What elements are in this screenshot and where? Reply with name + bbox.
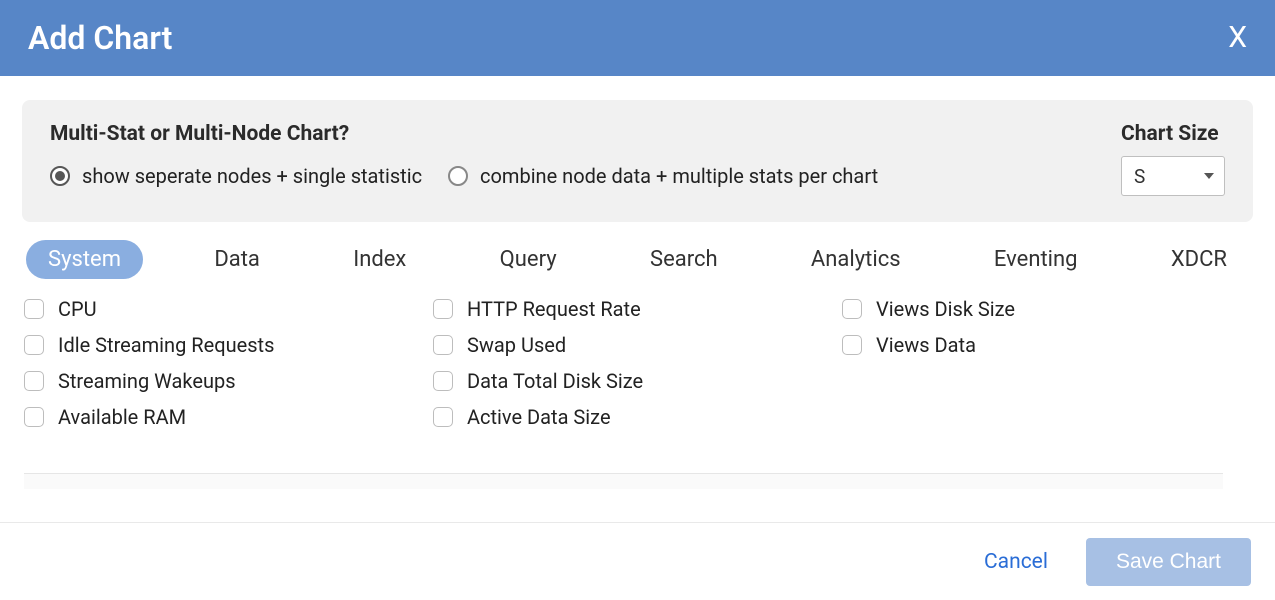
chart-type-left: Multi-Stat or Multi-Node Chart? show sep… [50,122,1121,188]
chart-type-heading: Multi-Stat or Multi-Node Chart? [50,122,1121,146]
save-chart-button[interactable]: Save Chart [1086,538,1251,586]
tab-system[interactable]: System [26,240,143,279]
dialog-content: Multi-Stat or Multi-Node Chart? show sep… [0,76,1275,489]
category-tabs: System Data Index Query Search Analytics… [22,240,1253,279]
stat-label: Swap Used [467,333,566,357]
radio-separate-nodes[interactable]: show seperate nodes + single statistic [50,164,422,188]
dialog-footer: Cancel Save Chart [0,522,1275,600]
close-icon[interactable]: X [1228,23,1247,53]
tab-search[interactable]: Search [628,240,740,279]
tab-xdcr[interactable]: XDCR [1149,240,1249,279]
tab-query[interactable]: Query [478,240,579,279]
chart-size-label: Chart Size [1121,122,1219,146]
stat-swap-used[interactable]: Swap Used [433,333,842,357]
radio-icon [448,166,468,186]
chart-size-group: Chart Size S [1121,122,1225,196]
dialog-title: Add Chart [28,19,172,57]
chart-size-select[interactable]: S [1121,156,1225,196]
stats-col-1: CPU Idle Streaming Requests Streaming Wa… [24,297,433,429]
tab-index[interactable]: Index [331,240,428,279]
chart-size-value: S [1134,165,1145,188]
stat-streaming-wakeups[interactable]: Streaming Wakeups [24,369,433,393]
stat-label: Available RAM [58,405,186,429]
stat-available-ram[interactable]: Available RAM [24,405,433,429]
stat-cpu[interactable]: CPU [24,297,433,321]
stat-idle-streaming-requests[interactable]: Idle Streaming Requests [24,333,433,357]
tab-analytics[interactable]: Analytics [789,240,923,279]
stat-label: CPU [58,297,97,321]
radio-icon [50,166,70,186]
stat-label: HTTP Request Rate [467,297,641,321]
cancel-button[interactable]: Cancel [984,550,1048,574]
divider [24,473,1223,489]
stat-active-data-size[interactable]: Active Data Size [433,405,842,429]
checkbox-icon [433,299,453,319]
stat-label: Idle Streaming Requests [58,333,274,357]
stat-label: Active Data Size [467,405,611,429]
checkbox-icon [24,407,44,427]
checkbox-icon [24,299,44,319]
radio-combine-nodes[interactable]: combine node data + multiple stats per c… [448,164,878,188]
radio-label: combine node data + multiple stats per c… [480,164,878,188]
radio-label: show seperate nodes + single statistic [82,164,422,188]
stat-views-data[interactable]: Views Data [842,333,1251,357]
chart-type-radio-group: show seperate nodes + single statistic c… [50,164,1121,188]
stats-col-2: HTTP Request Rate Swap Used Data Total D… [433,297,842,429]
checkbox-icon [842,335,862,355]
stats-list: CPU Idle Streaming Requests Streaming Wa… [22,279,1253,429]
stat-label: Streaming Wakeups [58,369,236,393]
checkbox-icon [24,371,44,391]
checkbox-icon [433,335,453,355]
stat-label: Data Total Disk Size [467,369,643,393]
stat-data-total-disk-size[interactable]: Data Total Disk Size [433,369,842,393]
tab-data[interactable]: Data [192,240,282,279]
stat-label: Views Disk Size [876,297,1015,321]
checkbox-icon [24,335,44,355]
tab-eventing[interactable]: Eventing [972,240,1100,279]
checkbox-icon [433,407,453,427]
chevron-down-icon [1204,173,1214,179]
checkbox-icon [433,371,453,391]
chart-type-panel: Multi-Stat or Multi-Node Chart? show sep… [22,100,1253,222]
checkbox-icon [842,299,862,319]
stat-http-request-rate[interactable]: HTTP Request Rate [433,297,842,321]
stats-col-3: Views Disk Size Views Data [842,297,1251,429]
stat-label: Views Data [876,333,976,357]
stat-views-disk-size[interactable]: Views Disk Size [842,297,1251,321]
dialog-header: Add Chart X [0,0,1275,76]
